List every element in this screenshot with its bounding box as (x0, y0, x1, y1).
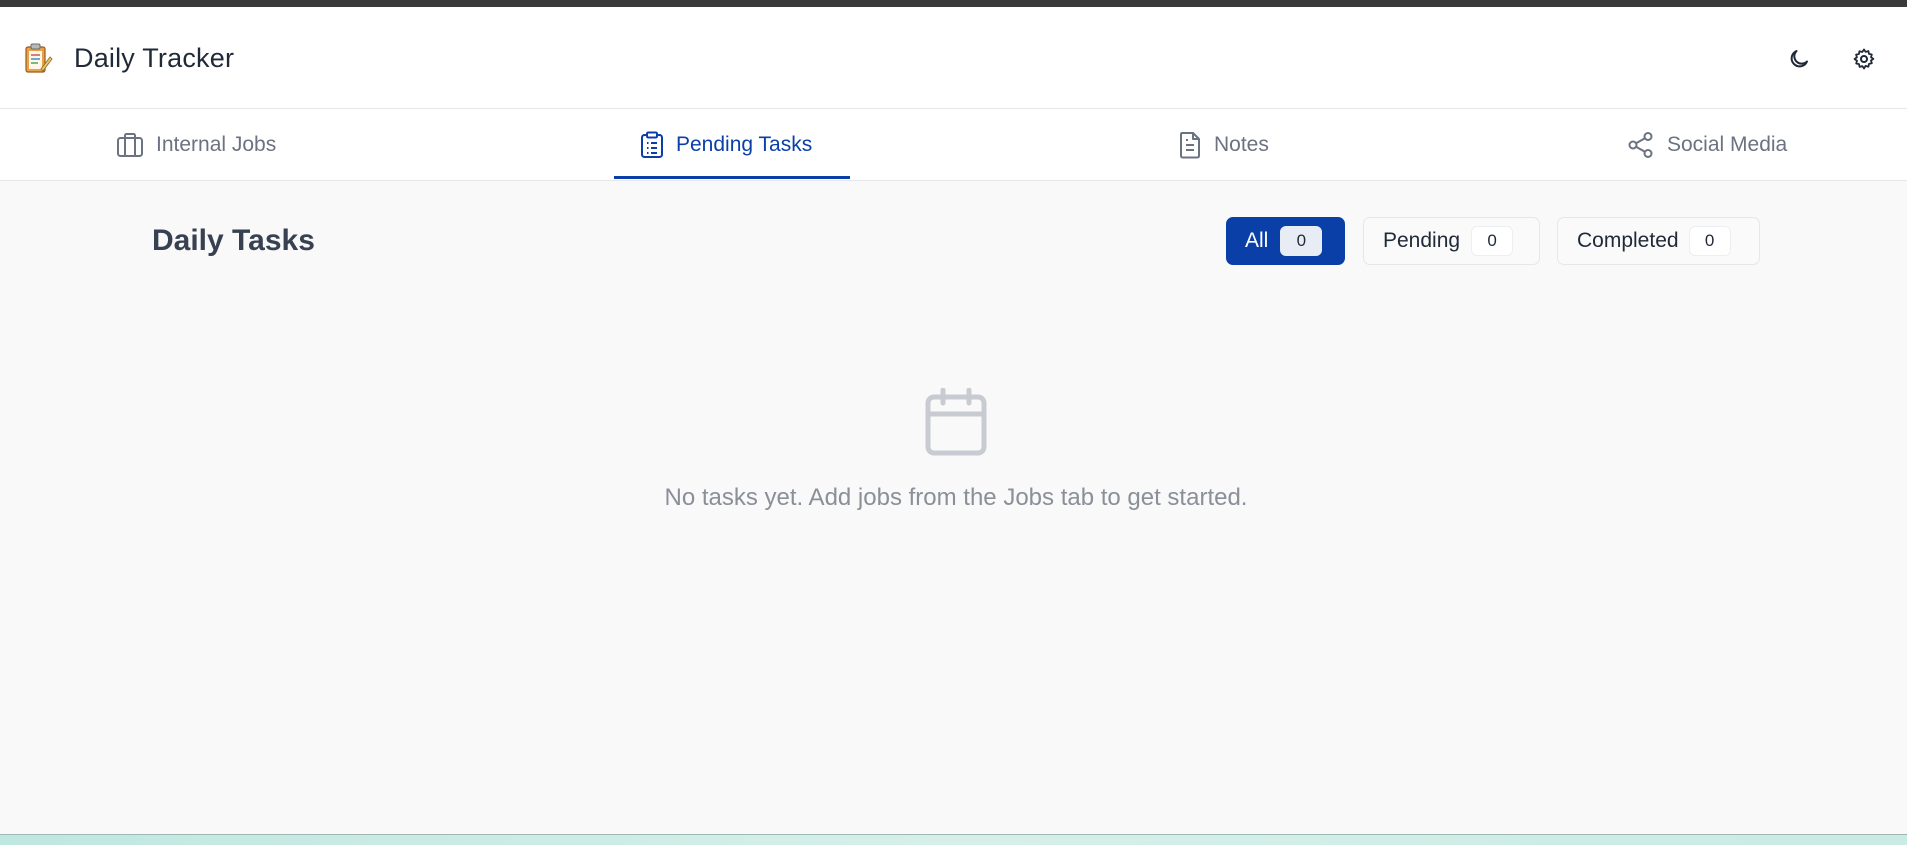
calendar-icon (925, 387, 987, 456)
tab-label: Notes (1214, 132, 1269, 156)
tab-label: Internal Jobs (156, 132, 277, 156)
active-tab-indicator (614, 176, 850, 179)
filter-label: All (1245, 229, 1269, 252)
tab-label: Pending Tasks (676, 132, 813, 156)
filter-completed-button[interactable]: Completed 0 (1557, 217, 1760, 265)
filter-count-badge: 0 (1280, 226, 1323, 256)
moon-icon (1790, 50, 1808, 68)
tab-internal-jobs[interactable]: Internal Jobs (116, 109, 276, 180)
clipboard-list-icon (641, 131, 663, 158)
app-header: Daily Tracker (0, 7, 1907, 109)
window-top-strip (0, 0, 1907, 7)
filter-pending-button[interactable]: Pending 0 (1363, 217, 1540, 265)
app-title: Daily Tracker (74, 43, 235, 73)
briefcase-icon (117, 132, 143, 157)
document-icon (1180, 131, 1200, 158)
tab-social-media[interactable]: Social Media (1627, 109, 1787, 180)
tab-bar: Internal Jobs Pending Tasks Notes Social… (0, 109, 1907, 181)
gear-icon (1853, 48, 1875, 70)
tab-label: Social Media (1667, 132, 1788, 156)
filter-label: Pending (1383, 229, 1461, 252)
clipboard-logo-icon (22, 42, 54, 76)
tab-notes[interactable]: Notes (1178, 109, 1269, 180)
taskbar-strip (0, 834, 1907, 845)
filter-count-badge: 0 (1688, 226, 1731, 256)
share-icon (1628, 131, 1653, 158)
settings-button[interactable] (1848, 43, 1880, 75)
empty-state-message: No tasks yet. Add jobs from the Jobs tab… (664, 484, 1248, 511)
theme-toggle-button[interactable] (1783, 43, 1815, 75)
filter-all-button[interactable]: All 0 (1226, 217, 1345, 265)
tab-pending-tasks[interactable]: Pending Tasks (640, 109, 812, 180)
filter-label: Completed (1577, 229, 1679, 252)
page-title: Daily Tasks (152, 224, 315, 257)
filter-count-badge: 0 (1471, 226, 1514, 256)
